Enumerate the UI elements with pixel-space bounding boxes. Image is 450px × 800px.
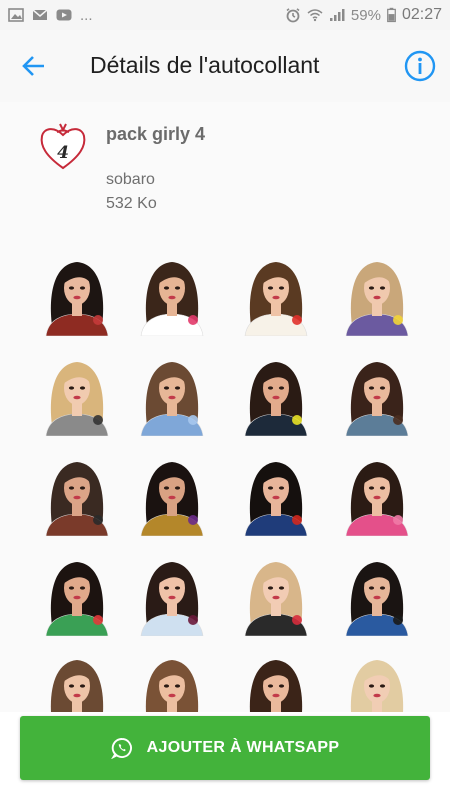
- sticker-girl-illustration: [350, 660, 404, 712]
- sticker-item[interactable]: [237, 554, 315, 636]
- sticker-girl-illustration: [244, 562, 308, 636]
- sticker-item[interactable]: [237, 454, 315, 536]
- sticker-girl-illustration: [145, 660, 199, 712]
- sticker-item[interactable]: [133, 354, 211, 436]
- sticker-item[interactable]: [338, 554, 416, 636]
- pack-size: 532 Ko: [106, 195, 157, 212]
- sticker-girl-illustration: [249, 660, 303, 712]
- add-to-whatsapp-button[interactable]: AJOUTER À WHATSAPP: [20, 716, 430, 780]
- status-bar: ... 59% 02:27: [0, 0, 450, 30]
- sticker-item[interactable]: [38, 652, 116, 712]
- status-left: ...: [8, 7, 93, 24]
- sticker-item[interactable]: [133, 454, 211, 536]
- sticker-girl-illustration: [45, 562, 109, 636]
- battery-percent: 59%: [350, 6, 381, 24]
- sticker-item[interactable]: [38, 454, 116, 536]
- tray-number: 4: [57, 143, 69, 163]
- sticker-item[interactable]: [338, 254, 416, 336]
- sticker-girl-illustration: [45, 462, 109, 536]
- pack-name: pack girly 4: [106, 124, 206, 144]
- sticker-girl-illustration: [140, 562, 204, 636]
- tray-heart-icon: 4: [40, 123, 86, 170]
- pack-publisher: sobaro: [106, 171, 155, 188]
- status-time: 02:27: [401, 6, 442, 23]
- pack-header: 4 pack girly 4 sobaro 532 Ko: [0, 102, 450, 232]
- add-button-label: AJOUTER À WHATSAPP: [146, 739, 340, 756]
- sticker-girl-illustration: [50, 660, 104, 712]
- sticker-item[interactable]: [338, 652, 416, 712]
- mail-icon: [32, 9, 48, 20]
- sticker-item[interactable]: [133, 554, 211, 636]
- signal-icon: [329, 9, 345, 21]
- sticker-girl-illustration: [45, 362, 109, 436]
- alarm-icon: [286, 8, 300, 23]
- sticker-item[interactable]: [133, 652, 211, 712]
- wifi-icon: [307, 9, 323, 22]
- sticker-girl-illustration: [345, 362, 409, 436]
- app-bar: Détails de l'autocollant: [0, 30, 450, 102]
- sticker-item[interactable]: [237, 254, 315, 336]
- sticker-girl-illustration: [345, 462, 409, 536]
- sticker-item[interactable]: [338, 354, 416, 436]
- sticker-item[interactable]: [237, 354, 315, 436]
- info-icon[interactable]: [404, 50, 436, 82]
- arrow-back-icon[interactable]: [20, 52, 48, 80]
- sticker-girl-illustration: [140, 362, 204, 436]
- sticker-item[interactable]: [38, 354, 116, 436]
- sticker-item[interactable]: [338, 454, 416, 536]
- sticker-girl-illustration: [140, 462, 204, 536]
- sticker-girl-illustration: [244, 262, 308, 336]
- youtube-icon: [56, 9, 72, 21]
- sticker-item[interactable]: [38, 254, 116, 336]
- sticker-item[interactable]: [237, 652, 315, 712]
- sticker-item[interactable]: [133, 254, 211, 336]
- status-overflow: ...: [80, 6, 93, 24]
- sticker-girl-illustration: [345, 562, 409, 636]
- sticker-girl-illustration: [140, 262, 204, 336]
- sticker-girl-illustration: [345, 262, 409, 336]
- sticker-item[interactable]: [38, 554, 116, 636]
- whatsapp-icon: [110, 738, 132, 759]
- sticker-grid: [0, 232, 450, 712]
- image-icon: [8, 8, 24, 22]
- sticker-girl-illustration: [244, 362, 308, 436]
- status-right: 59% 02:27: [285, 6, 442, 24]
- battery-icon: [387, 7, 396, 23]
- sticker-girl-illustration: [244, 462, 308, 536]
- page-title: Détails de l'autocollant: [90, 52, 320, 78]
- sticker-girl-illustration: [45, 262, 109, 336]
